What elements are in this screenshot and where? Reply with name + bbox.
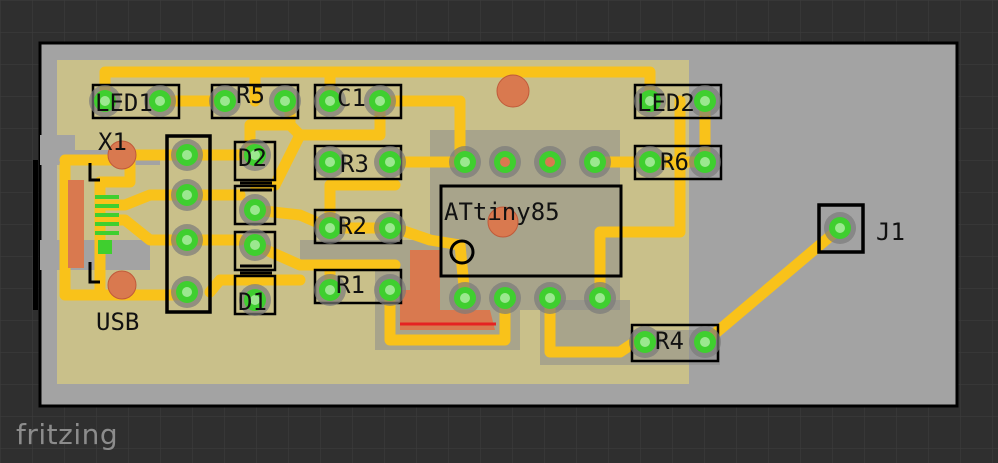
- pad-hole: [182, 150, 192, 160]
- pad-hole: [640, 337, 650, 347]
- label-r3: R3: [340, 150, 369, 178]
- pcb-canvas[interactable]: LED1 R5 C1 LED2 X1 D2 R3 R6 R2 ATtiny85 …: [0, 0, 998, 463]
- board-edge-connector: [33, 160, 38, 310]
- pad-hole: [325, 96, 335, 106]
- label-led1: LED1: [95, 89, 153, 117]
- pad-hole: [182, 287, 192, 297]
- pad-hole: [590, 157, 600, 167]
- pad-hole: [645, 157, 655, 167]
- label-r6: R6: [660, 148, 689, 176]
- pad-hole: [385, 223, 395, 233]
- pad-hole: [325, 285, 335, 295]
- label-r1: R1: [336, 271, 365, 299]
- pad-hole: [220, 96, 230, 106]
- pad-hole: [545, 157, 555, 167]
- label-d1: D1: [238, 288, 267, 316]
- pad-hole: [835, 223, 845, 233]
- label-x1: X1: [98, 128, 127, 156]
- pad-hole: [250, 205, 260, 215]
- label-c1: C1: [337, 84, 366, 112]
- pad-hole: [375, 96, 385, 106]
- pad-hole: [500, 157, 510, 167]
- pad-hole: [280, 96, 290, 106]
- label-attiny85: ATtiny85: [444, 198, 560, 226]
- pad-hole: [500, 293, 510, 303]
- pad-hole: [250, 240, 260, 250]
- pad-hole: [385, 285, 395, 295]
- label-r2: R2: [338, 212, 367, 240]
- label-d2: D2: [238, 144, 267, 172]
- pad-hole: [545, 293, 555, 303]
- usb-shield-pad[interactable]: [68, 180, 84, 268]
- pad-hole: [385, 157, 395, 167]
- fritzing-watermark: fritzing: [16, 418, 119, 451]
- pad-hole: [155, 96, 165, 106]
- pad-hole: [595, 293, 605, 303]
- pad-hole: [700, 337, 710, 347]
- pad-hole: [182, 235, 192, 245]
- label-usb: USB: [96, 308, 139, 336]
- pad-hole: [700, 157, 710, 167]
- pad-hole: [700, 96, 710, 106]
- pad-hole: [460, 293, 470, 303]
- label-led2: LED2: [637, 89, 695, 117]
- pad-hole: [182, 190, 192, 200]
- pad-hole: [460, 157, 470, 167]
- label-r5: R5: [236, 81, 265, 109]
- pad-hole: [325, 157, 335, 167]
- label-r4: R4: [655, 327, 684, 355]
- pad-hole: [325, 223, 335, 233]
- label-j1: J1: [876, 218, 905, 246]
